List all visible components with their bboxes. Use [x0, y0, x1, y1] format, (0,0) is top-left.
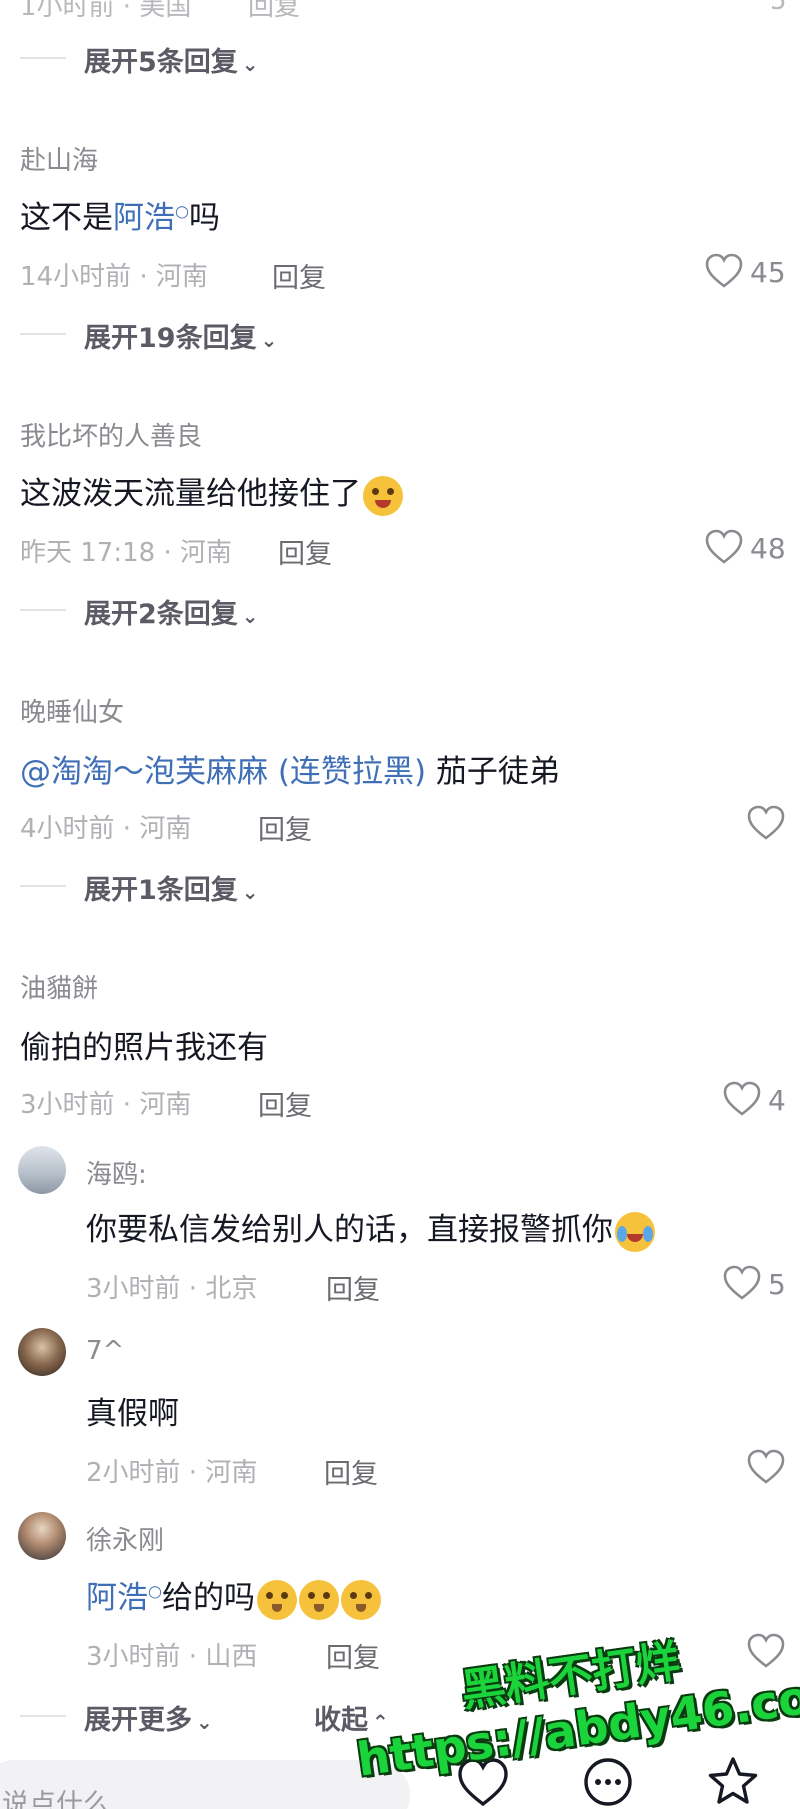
comment-text: 这波泼天流量给他接住了 [20, 468, 403, 516]
crying-laughing-emoji-icon [615, 1211, 655, 1252]
comment-text: 偷拍的照片我还有 [20, 1030, 268, 1066]
divider [20, 57, 66, 59]
reply-text: 阿浩○给的吗 [86, 1572, 381, 1620]
comment-input-placeholder: 说点什么... [2, 1789, 136, 1809]
like-count: 5 [770, 0, 787, 16]
comment-username[interactable]: 我比坏的人善良 [20, 416, 202, 453]
heart-icon[interactable] [704, 528, 744, 566]
comment-text-part: 这不是 [20, 200, 113, 236]
reply-button[interactable]: 回复 [278, 532, 332, 571]
reply-button[interactable]: 回复 [258, 808, 312, 847]
comment-meta: 14小时前 · 河南 [20, 262, 208, 292]
reply-button[interactable]: 回复 [248, 0, 300, 23]
reply-button[interactable]: 回复 [324, 1452, 378, 1491]
avatar[interactable] [18, 1328, 66, 1376]
comment-meta: 4小时前 · 河南 [20, 814, 192, 844]
search-link[interactable]: 阿浩 [86, 1580, 148, 1616]
expand-label: 展开2条回复 [84, 599, 238, 630]
comment-text-part: 吗 [188, 200, 220, 236]
reply-button[interactable]: 回复 [326, 1636, 380, 1675]
like-count: 45 [750, 256, 786, 289]
expand-replies-button[interactable]: 展开5条回复 ⌄ [0, 40, 800, 78]
comment-meta: 3小时前 · 河南 [20, 1090, 192, 1120]
comment-input[interactable]: 说点什么... [0, 1760, 410, 1809]
reply-button[interactable]: 回复 [326, 1268, 380, 1307]
comment-meta: 昨天 17:18 · 河南 [20, 538, 232, 568]
drooling-emoji-icon [256, 1579, 297, 1620]
reply-text: 你要私信发给别人的话，直接报警抓你 [86, 1204, 655, 1252]
mention-link[interactable]: @淘淘～泡芙麻麻 (连赞拉黑) [20, 754, 426, 790]
heart-icon[interactable] [722, 1080, 762, 1118]
reply-meta: 3小时前 · 山西 [86, 1642, 258, 1672]
heart-icon[interactable] [704, 252, 744, 290]
drooling-emoji-icon [298, 1579, 339, 1620]
expand-replies-button[interactable]: 展开1条回复 ⌄ [0, 868, 800, 906]
heart-icon[interactable] [746, 1448, 786, 1486]
avatar[interactable] [18, 1512, 66, 1560]
collapse-label: 收起 [314, 1705, 368, 1736]
comment-text: 这不是阿浩○吗 [20, 192, 220, 237]
reply-meta: 2小时前 · 河南 [86, 1458, 258, 1488]
divider [20, 885, 66, 887]
divider [20, 333, 66, 335]
comment-input-bar: 说点什么... [0, 1757, 800, 1809]
chevron-down-icon: ⌄ [241, 52, 259, 76]
comment-meta: 1小时前 · 美国 [20, 0, 192, 22]
reply-username[interactable]: 徐永刚 [86, 1520, 164, 1557]
wink-tongue-emoji-icon [363, 475, 403, 516]
heart-icon[interactable] [746, 1632, 786, 1670]
drooling-emoji-icon [340, 1579, 381, 1620]
like-count: 5 [768, 1268, 786, 1301]
heart-icon[interactable] [455, 1754, 511, 1809]
expand-label: 展开19条回复 [84, 323, 257, 354]
reply-username[interactable]: 海鸥: [86, 1154, 147, 1191]
star-icon[interactable] [705, 1754, 761, 1809]
reply-button[interactable]: 回复 [258, 1084, 312, 1123]
search-link[interactable]: 阿浩 [113, 200, 175, 236]
reply-text: 真假啊 [86, 1396, 179, 1432]
expand-label: 展开5条回复 [84, 47, 238, 78]
reply-text-part: 你要私信发给别人的话，直接报警抓你 [86, 1212, 613, 1248]
heart-icon[interactable] [746, 804, 786, 842]
partial-comment-row: 1小时前 · 美国 回复 5 [0, 0, 800, 22]
comment-text: @淘淘～泡芙麻麻 (连赞拉黑) 茄子徒弟 [20, 746, 560, 791]
chevron-down-icon: ⌄ [196, 1710, 213, 1734]
avatar[interactable] [18, 1146, 66, 1194]
comment-username[interactable]: 油貓餅 [20, 968, 98, 1005]
chevron-down-icon: ⌄ [241, 604, 259, 628]
comment-username[interactable]: 赴山海 [20, 140, 98, 177]
comment-username[interactable]: 晚睡仙女 [20, 692, 124, 729]
like-count: 48 [750, 532, 786, 565]
reply-username[interactable]: 7^ [86, 1336, 124, 1366]
chevron-up-icon: ⌃ [372, 1710, 389, 1734]
reply-meta: 3小时前 · 北京 [86, 1274, 258, 1304]
expand-replies-button[interactable]: 展开19条回复 ⌄ [0, 316, 800, 354]
search-icon: ○ [175, 201, 189, 221]
collapse-button[interactable]: 收起 ⌃ [230, 1698, 430, 1736]
comment-icon[interactable] [580, 1754, 636, 1809]
chevron-down-icon: ⌄ [241, 880, 259, 904]
divider [20, 1715, 66, 1717]
like-count: 4 [768, 1084, 786, 1117]
chevron-down-icon: ⌄ [260, 328, 278, 352]
expand-replies-button[interactable]: 展开2条回复 ⌄ [0, 592, 800, 630]
expand-label: 展开更多 [84, 1705, 192, 1736]
heart-icon[interactable] [722, 1264, 762, 1302]
comment-text-part: 这波泼天流量给他接住了 [20, 476, 361, 512]
divider [20, 609, 66, 611]
reply-text-part: 给的吗 [161, 1580, 255, 1616]
search-icon: ○ [148, 1581, 162, 1601]
comment-text-part: 茄子徒弟 [426, 754, 560, 790]
reply-button[interactable]: 回复 [272, 256, 326, 295]
expand-label: 展开1条回复 [84, 875, 238, 906]
